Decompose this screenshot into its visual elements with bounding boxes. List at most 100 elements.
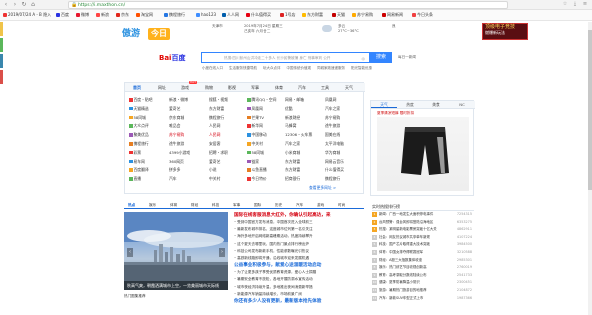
- nav-link[interactable]: 爱奇艺: [169, 105, 180, 112]
- bookmark-item[interactable]: 新浪: [96, 12, 109, 18]
- back-icon[interactable]: ‹: [3, 2, 9, 8]
- rank-row[interactable]: 5 科技：国产芯片取得重大技术突破 3984500: [372, 241, 474, 249]
- nav-link[interactable]: 58同城: [247, 149, 264, 156]
- hotword-link[interactable]: 玩大众点评: [263, 66, 281, 71]
- nav-link[interactable]: 人民网: [209, 122, 220, 129]
- nav-tab[interactable]: 影视: [228, 83, 236, 92]
- scrollbar-thumb[interactable]: [588, 30, 592, 190]
- rank-row[interactable]: 10 健康：夏季防暑降温小常识 2300451: [372, 279, 474, 287]
- nav-link[interactable]: 途牛旅游: [325, 122, 340, 129]
- nav-link[interactable]: 汽车: [169, 175, 177, 182]
- nav-link[interactable]: 京东商城: [169, 114, 184, 121]
- nav-link[interactable]: 人民网: [209, 131, 220, 138]
- nav-link[interactable]: 携程旅行: [129, 140, 149, 147]
- news-item[interactable]: 这个夏天去哪里玩，国内热门景点排行榜出炉: [234, 241, 366, 248]
- news-item[interactable]: 高铁新线路即将开通，沿线城市迎来发展机遇: [234, 255, 366, 262]
- rank-row[interactable]: 9 教育：高考录取分数线陆续公布 2541733: [372, 272, 474, 280]
- nav-link[interactable]: 腾讯QQ・空间: [247, 96, 276, 103]
- news-tab[interactable]: 娱乐: [149, 202, 156, 209]
- nav-tab[interactable]: 网址: [158, 83, 166, 92]
- refresh-icon[interactable]: ↻: [21, 2, 27, 8]
- nav-link[interactable]: 大众点评: [129, 122, 149, 129]
- nav-link[interactable]: 直播: [129, 175, 141, 182]
- news-tab[interactable]: 历史: [275, 202, 282, 209]
- right-tab[interactable]: 热度: [397, 101, 423, 108]
- nav-link[interactable]: 网易・邮箱: [285, 96, 304, 103]
- nav-link[interactable]: 途牛旅游: [169, 140, 184, 147]
- prev-photo-icon[interactable]: ‹: [127, 248, 133, 257]
- sidebar-tab-green[interactable]: [0, 38, 3, 52]
- menu-icon[interactable]: ≡: [582, 1, 588, 8]
- nav-link[interactable]: 彩票: [129, 149, 141, 156]
- page-scrollbar[interactable]: [588, 22, 592, 315]
- bookmark-item[interactable]: 淘宝网: [136, 12, 153, 18]
- nav-link[interactable]: 中关村: [209, 175, 220, 182]
- news-tab[interactable]: 体育: [170, 202, 177, 209]
- bookmark-item[interactable]: 天猫: [332, 12, 345, 18]
- news-tab[interactable]: 热点: [128, 202, 135, 209]
- city-name[interactable]: 天津市: [212, 24, 223, 29]
- nav-link[interactable]: 国美在线: [325, 131, 340, 138]
- star-icon[interactable]: ☆: [562, 1, 568, 8]
- bookmark-item[interactable]: 百度: [56, 12, 69, 18]
- nav-tab[interactable]: 工具: [321, 83, 329, 92]
- headline-1[interactable]: 国际在线客服消息大红外，你确认引起高达，来: [234, 212, 366, 219]
- rank-row[interactable]: 2 台风预警：强台风即将登陆沿海地区 6353275: [372, 219, 474, 227]
- nav-link[interactable]: 凤凰网: [247, 105, 263, 112]
- nav-tab[interactable]: 游戏 HOT: [181, 81, 198, 92]
- nav-link[interactable]: 聚美优品: [129, 131, 149, 138]
- hotword-link[interactable]: 同城家政速递服务: [317, 66, 345, 71]
- download-icon[interactable]: ⤓: [572, 1, 578, 8]
- rank-row[interactable]: 8 娱乐：热门综艺节目收视创新高 2760019: [372, 264, 474, 272]
- nav-link[interactable]: 易车网: [129, 158, 145, 165]
- nav-link[interactable]: 12306・火车票: [285, 131, 312, 138]
- right-tab[interactable]: 天气: [371, 101, 397, 108]
- rank-row[interactable]: 6 体育：中国女排夺得联赛冠军 3210588: [372, 249, 474, 257]
- nav-link[interactable]: 百度・贴吧: [129, 96, 152, 103]
- news-tab[interactable]: 军事: [233, 202, 240, 209]
- bookmark-item[interactable]: 苏宁易购: [352, 12, 373, 18]
- nav-link[interactable]: 东方财富: [285, 158, 300, 165]
- news-tab[interactable]: 财经: [191, 202, 198, 209]
- bookmark-item[interactable]: 今日头条: [412, 12, 433, 18]
- rank-row[interactable]: 12 汽车：新款SUV车型正式上市 1987366: [372, 295, 474, 303]
- nav-link[interactable]: 58同城: [129, 114, 146, 121]
- nav-tab[interactable]: 军事: [251, 83, 259, 92]
- nav-link[interactable]: 芒果TV: [247, 114, 264, 121]
- nav-link[interactable]: 汽车之家: [285, 140, 300, 147]
- bookmark-item[interactable]: 什么值得买: [246, 12, 271, 18]
- news-item[interactable]: 新能源汽车销量持续增长，市场前景广阔: [234, 291, 366, 298]
- top-ad-banner[interactable]: 顶级电子竞技 燃爆新玩法: [482, 23, 528, 40]
- nav-link[interactable]: 中关村: [247, 140, 263, 147]
- rank-row[interactable]: 1 新闻：广西一地发生大面积停电事件 7254315: [372, 211, 474, 219]
- nav-tab[interactable]: 天气: [345, 83, 353, 92]
- nav-link[interactable]: 凤凰网: [325, 96, 336, 103]
- more-sites-link[interactable]: 查看更多网址 >: [309, 184, 336, 191]
- nav-link[interactable]: 搜狐・视频: [209, 96, 228, 103]
- aqi-info[interactable]: 良: [392, 24, 396, 29]
- address-url[interactable]: https://i.maxthon.cn/: [78, 3, 125, 8]
- address-bar[interactable]: 🔒 https://i.maxthon.cn/: [68, 1, 508, 9]
- nav-link[interactable]: 安居客: [209, 140, 220, 147]
- shorts-ad-image[interactable]: 夏季清凉短裤 限时折扣: [377, 111, 469, 191]
- news-tab[interactable]: 游戏: [317, 202, 324, 209]
- bookmark-item[interactable]: 人人网: [222, 12, 239, 18]
- nav-link[interactable]: 携程旅行: [325, 175, 340, 182]
- headline-2[interactable]: 公益事业积极参与，献爱心送温暖活动启动: [234, 262, 366, 269]
- forward-icon[interactable]: ›: [12, 2, 18, 8]
- nav-link[interactable]: 百度翻译: [129, 166, 149, 173]
- home-icon[interactable]: ⌂: [30, 2, 36, 8]
- news-tab[interactable]: 科技: [212, 202, 219, 209]
- nav-link[interactable]: 拼多多: [169, 166, 180, 173]
- nav-tab[interactable]: 首页: [133, 83, 141, 92]
- nav-link[interactable]: 苏宁易购: [325, 114, 340, 121]
- rank-row[interactable]: 3 热搜：某明星新电影票房突破十亿大关 4862911: [372, 226, 474, 234]
- nav-link[interactable]: 汽车之家: [325, 105, 340, 112]
- nav-link[interactable]: 小说: [209, 166, 217, 173]
- next-photo-icon[interactable]: ›: [219, 248, 225, 257]
- nav-link[interactable]: 苏宁易购: [169, 131, 184, 138]
- news-item[interactable]: 为了让更多孩子享受优质教育资源，爱心人士捐赠: [234, 269, 366, 276]
- maxthon-logo[interactable]: 傲游 今日: [122, 28, 170, 40]
- nav-link[interactable]: 东方财富: [209, 105, 224, 112]
- rank-row[interactable]: 7 财经：A股三大指数集体收涨 2985301: [372, 257, 474, 265]
